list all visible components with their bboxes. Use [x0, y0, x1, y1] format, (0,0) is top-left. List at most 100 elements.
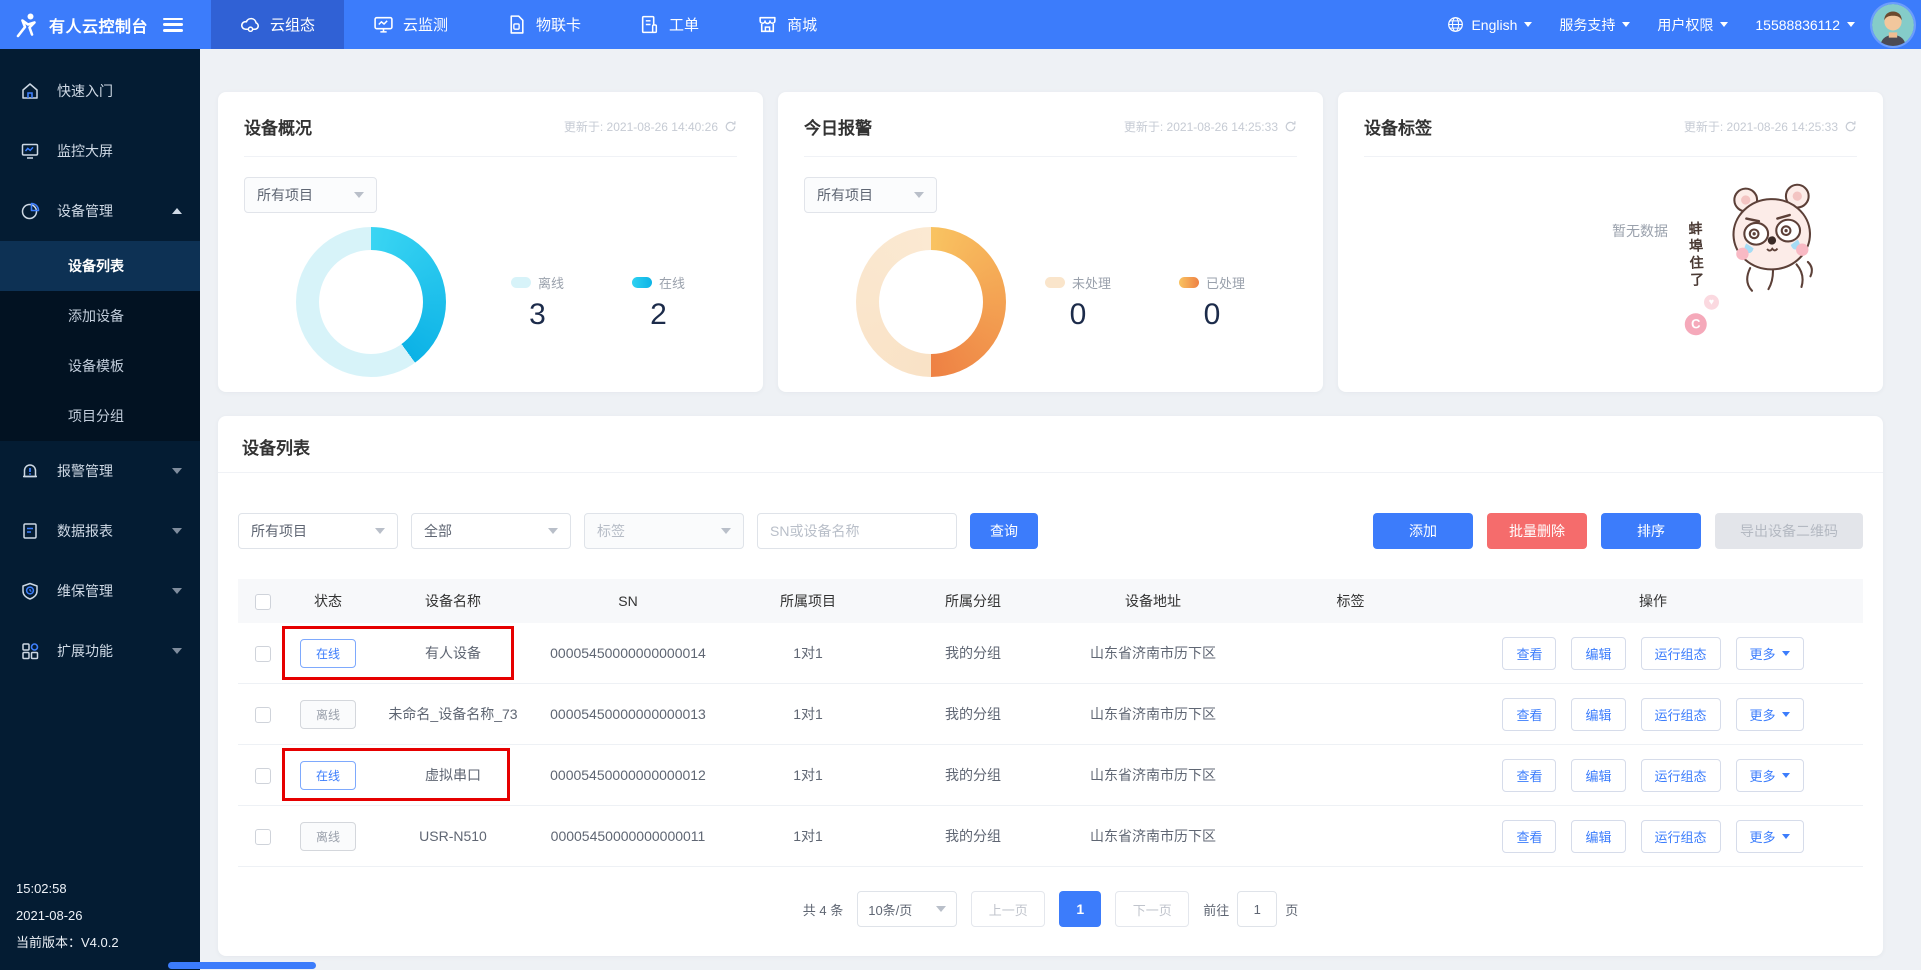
- cloud-icon: [240, 14, 261, 35]
- card-updated: 更新于: 2021-08-26 14:25:33: [1684, 118, 1857, 135]
- tab-label: 商城: [787, 14, 817, 35]
- refresh-icon[interactable]: [1844, 120, 1857, 133]
- batch-delete-button[interactable]: 批量删除: [1487, 513, 1587, 549]
- select-value: 所有项目: [251, 521, 307, 541]
- project-filter-select[interactable]: 所有项目: [244, 177, 377, 213]
- query-button[interactable]: 查询: [970, 513, 1038, 549]
- project-filter-select[interactable]: 所有项目: [804, 177, 937, 213]
- edit-button[interactable]: 编辑: [1571, 759, 1625, 792]
- sidebar-item-alarm-management[interactable]: 报警管理: [0, 441, 200, 501]
- run-scada-button[interactable]: 运行组态: [1641, 759, 1721, 792]
- screen-icon: [20, 141, 40, 161]
- sidebar-item-extensions[interactable]: 扩展功能: [0, 621, 200, 681]
- topbar-right: English 服务支持 用户权限 15588836112: [1447, 15, 1921, 35]
- usr-logo-icon: [14, 12, 40, 38]
- tab-mall[interactable]: 商城: [728, 0, 846, 49]
- row-checkbox[interactable]: [255, 829, 271, 845]
- goto-prefix: 前往: [1203, 900, 1229, 919]
- run-scada-button[interactable]: 运行组态: [1641, 637, 1721, 670]
- select-value: 全部: [424, 521, 452, 541]
- extension-icon: [20, 641, 40, 661]
- refresh-icon[interactable]: [1284, 120, 1297, 133]
- legend-label: 未处理: [1072, 273, 1111, 292]
- device-address: 山东省济南市历下区: [1048, 826, 1258, 846]
- row-checkbox[interactable]: [255, 707, 271, 723]
- menu-toggle-icon[interactable]: [163, 18, 183, 32]
- sidebar-item-label: 维保管理: [57, 581, 113, 601]
- tab-work-order[interactable]: 工单: [610, 0, 728, 49]
- service-support-menu[interactable]: 服务支持: [1559, 15, 1630, 35]
- legend-unhandled: 未处理 0: [1045, 273, 1111, 332]
- tab-cloud-monitor[interactable]: 云监测: [344, 0, 477, 49]
- chevron-down-icon: [1622, 22, 1630, 27]
- row-checkbox[interactable]: [255, 646, 271, 662]
- device-status-donut-chart: [296, 227, 446, 377]
- tag-filter-select[interactable]: 标签: [584, 513, 744, 549]
- sort-button[interactable]: 排序: [1601, 513, 1701, 549]
- device-name: 未命名_设备名称_73: [368, 704, 538, 724]
- col-header-name: 设备名称: [368, 591, 538, 611]
- refresh-icon[interactable]: [724, 120, 737, 133]
- sidebar-item-project-group[interactable]: 项目分组: [0, 391, 200, 441]
- goto-page-input[interactable]: [1237, 891, 1277, 927]
- goto-suffix: 页: [1285, 900, 1298, 919]
- edit-button[interactable]: 编辑: [1571, 698, 1625, 731]
- col-header-status: 状态: [288, 591, 368, 611]
- account-label: 15588836112: [1755, 17, 1840, 33]
- search-input[interactable]: [757, 513, 957, 549]
- overview-cards: 设备概况 更新于: 2021-08-26 14:40:26 所有项目 离线 3: [218, 92, 1883, 392]
- scope-filter-select[interactable]: 全部: [411, 513, 571, 549]
- horizontal-scrollbar-thumb[interactable]: [168, 962, 316, 969]
- more-button[interactable]: 更多: [1736, 820, 1804, 853]
- sidebar-item-add-device[interactable]: 添加设备: [0, 291, 200, 341]
- device-address: 山东省济南市历下区: [1048, 765, 1258, 785]
- run-scada-button[interactable]: 运行组态: [1641, 698, 1721, 731]
- avatar[interactable]: [1872, 4, 1914, 46]
- col-header-sn: SN: [538, 593, 718, 609]
- submenu-label: 设备模板: [68, 358, 124, 374]
- current-page-button[interactable]: 1: [1059, 891, 1101, 927]
- device-project: 1对1: [718, 643, 898, 663]
- tab-iot-card[interactable]: 物联卡: [477, 0, 610, 49]
- edit-button[interactable]: 编辑: [1571, 820, 1625, 853]
- status-badge: 在线: [300, 639, 356, 668]
- device-sn: 00005450000000000012: [538, 767, 718, 783]
- card-title: 今日报警: [804, 114, 872, 139]
- select-all-checkbox[interactable]: [255, 594, 271, 610]
- language-switcher[interactable]: English: [1447, 16, 1532, 33]
- view-button[interactable]: 查看: [1502, 759, 1556, 792]
- sidebar-item-device-template[interactable]: 设备模板: [0, 341, 200, 391]
- status-badge: 离线: [300, 822, 356, 851]
- view-button[interactable]: 查看: [1502, 820, 1556, 853]
- run-scada-button[interactable]: 运行组态: [1641, 820, 1721, 853]
- sidebar-item-quick-start[interactable]: 快速入门: [0, 61, 200, 121]
- add-button[interactable]: 添加: [1373, 513, 1473, 549]
- sidebar-item-monitor-screen[interactable]: 监控大屏: [0, 121, 200, 181]
- user-permission-menu[interactable]: 用户权限: [1657, 15, 1728, 35]
- sidebar-item-data-report[interactable]: 数据报表: [0, 501, 200, 561]
- project-filter-select[interactable]: 所有项目: [238, 513, 398, 549]
- tab-cloud-scada[interactable]: 云组态: [211, 0, 344, 49]
- more-button[interactable]: 更多: [1736, 759, 1804, 792]
- device-management-submenu: 设备列表 添加设备 设备模板 项目分组: [0, 241, 200, 441]
- table-row: 离线 未命名_设备名称_73 00005450000000000013 1对1 …: [238, 684, 1863, 745]
- next-page-button[interactable]: 下一页: [1115, 891, 1189, 927]
- more-button[interactable]: 更多: [1736, 698, 1804, 731]
- sidebar-item-device-list[interactable]: 设备列表: [0, 241, 200, 291]
- legend-label: 离线: [538, 273, 564, 292]
- chevron-down-icon: [914, 192, 924, 198]
- page-size-select[interactable]: 10条/页: [857, 891, 957, 927]
- language-label: English: [1471, 17, 1517, 33]
- more-button[interactable]: 更多: [1736, 637, 1804, 670]
- sidebar-item-maintenance[interactable]: 维保管理: [0, 561, 200, 621]
- view-button[interactable]: 查看: [1502, 698, 1556, 731]
- maintenance-icon: [20, 581, 40, 601]
- row-checkbox[interactable]: [255, 768, 271, 784]
- sidebar-item-device-management[interactable]: 设备管理: [0, 181, 200, 241]
- prev-page-button[interactable]: 上一页: [971, 891, 1045, 927]
- device-name: USR-N510: [368, 828, 538, 844]
- view-button[interactable]: 查看: [1502, 637, 1556, 670]
- account-menu[interactable]: 15588836112: [1755, 17, 1855, 33]
- chevron-down-icon: [1782, 773, 1790, 778]
- edit-button[interactable]: 编辑: [1571, 637, 1625, 670]
